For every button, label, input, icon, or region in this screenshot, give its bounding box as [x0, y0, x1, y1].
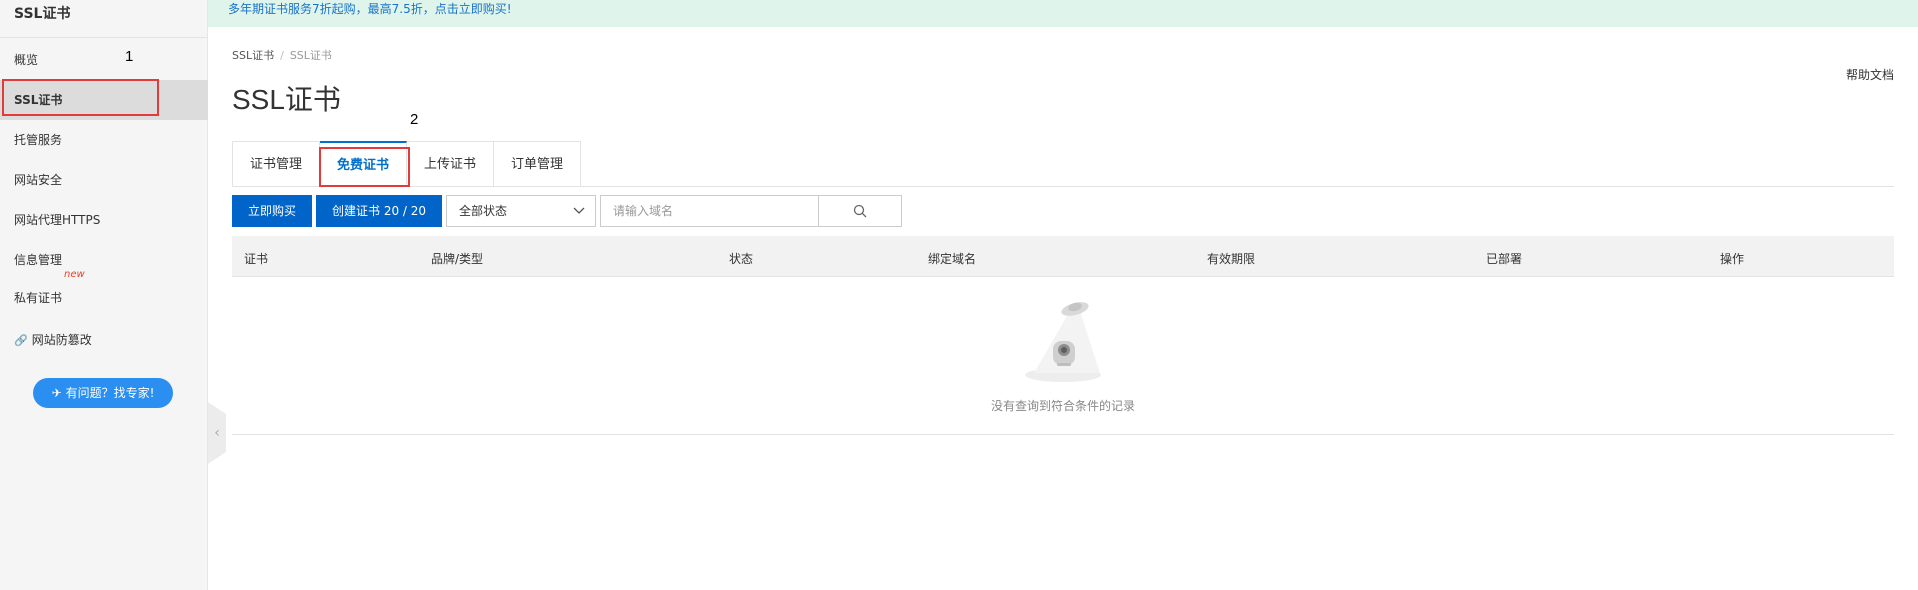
- tab-order-management[interactable]: 订单管理: [494, 141, 582, 187]
- breadcrumb-current: SSL证书: [289, 49, 332, 62]
- sidebar-item-overview[interactable]: 概览: [0, 40, 208, 80]
- column-header-cert: 证书: [244, 252, 269, 266]
- column-header-bound-domain: 绑定域名: [928, 252, 977, 266]
- chevron-down-icon: [573, 196, 585, 237]
- tab-cert-management[interactable]: 证书管理: [232, 141, 321, 187]
- ask-expert-button[interactable]: ✈ 有问题？找专家!: [33, 378, 173, 408]
- sidebar-item-label: 网站防篡改: [31, 333, 92, 347]
- column-header-validity: 有效期限: [1207, 252, 1256, 266]
- sidebar-item-label: 网站代理HTTPS: [14, 213, 101, 227]
- table-body: 没有查询到符合条件的记录: [232, 277, 1894, 435]
- toolbar: 立即购买 创建证书 20 / 20 全部状态 请输入域名: [232, 195, 903, 227]
- sidebar-item-label: 私有证书: [14, 291, 63, 305]
- chevron-left-icon: ‹: [214, 425, 220, 441]
- tab-upload-cert[interactable]: 上传证书: [407, 141, 495, 187]
- annotation-number-2: 2: [410, 111, 419, 128]
- column-header-status: 状态: [729, 252, 754, 266]
- page-title: SSL证书: [232, 84, 341, 115]
- annotation-box-2: [319, 147, 410, 187]
- promo-text: 多年期证书服务7折起购，最高7.5折，点击立即购买!: [228, 2, 512, 16]
- sidebar-item-label: 概览: [14, 53, 39, 67]
- table-header: 证书 品牌/类型 状态 绑定域名 有效期限 已部署 操作: [232, 236, 1894, 277]
- sidebar-item-private-cert[interactable]: 私有证书 new: [0, 269, 208, 318]
- sidebar-item-label: 网站安全: [14, 173, 63, 187]
- breadcrumb-separator: /: [280, 49, 284, 62]
- help-doc-link[interactable]: 帮助文档: [1846, 66, 1894, 83]
- search-icon: [853, 204, 867, 218]
- sidebar-item-label: 托管服务: [14, 133, 63, 147]
- app-root: SSL证书 概览 SSL证书 托管服务 网站安全 网站代理HTTPS 信息管理 …: [0, 0, 1918, 590]
- search-button[interactable]: [818, 195, 903, 227]
- annotation-box-1: [2, 79, 159, 116]
- link-icon: 🔗: [14, 334, 28, 347]
- sidebar-title: SSL证书: [0, 0, 207, 38]
- status-select[interactable]: 全部状态: [446, 195, 597, 227]
- sidebar-item-label-wrap: 私有证书 new: [14, 269, 85, 318]
- sidebar-item-managed-service[interactable]: 托管服务: [0, 120, 208, 160]
- domain-search: 请输入域名: [600, 195, 903, 227]
- new-badge: new: [64, 269, 85, 280]
- buy-now-button[interactable]: 立即购买: [232, 195, 313, 227]
- cert-table: 证书 品牌/类型 状态 绑定域名 有效期限 已部署 操作 没有查询到符合条件的记…: [232, 236, 1894, 435]
- breadcrumb-item[interactable]: SSL证书: [232, 49, 274, 62]
- status-select-value: 全部状态: [459, 204, 508, 218]
- ask-expert-label: 有问题？找专家!: [65, 386, 155, 400]
- column-header-actions: 操作: [1720, 252, 1745, 266]
- tab-label: 证书管理: [250, 157, 303, 172]
- sidebar-item-label: 信息管理: [14, 253, 63, 267]
- paper-plane-icon: ✈: [51, 386, 62, 400]
- sidebar-item-anti-tamper[interactable]: 🔗 网站防篡改: [0, 320, 208, 360]
- breadcrumb: SSL证书 / SSL证书: [232, 47, 332, 63]
- column-header-deployed: 已部署: [1486, 252, 1523, 266]
- empty-state-ufo-icon: [1025, 302, 1101, 382]
- domain-search-input[interactable]: 请输入域名: [600, 195, 819, 227]
- promo-banner[interactable]: 多年期证书服务7折起购，最高7.5折，点击立即购买!: [208, 0, 1918, 27]
- tab-label: 上传证书: [424, 157, 477, 172]
- column-header-brand-type: 品牌/类型: [431, 252, 484, 266]
- sidebar-item-info-management[interactable]: 信息管理: [0, 240, 208, 280]
- sidebar-item-https-proxy[interactable]: 网站代理HTTPS: [0, 200, 208, 240]
- tab-divider: [232, 186, 1894, 187]
- create-cert-button[interactable]: 创建证书 20 / 20: [316, 195, 443, 227]
- empty-state-text: 没有查询到符合条件的记录: [990, 399, 1135, 413]
- sidebar-item-website-security[interactable]: 网站安全: [0, 160, 208, 200]
- tab-label: 订单管理: [511, 157, 564, 172]
- annotation-number-1: 1: [125, 48, 134, 65]
- sidebar-collapse-handle[interactable]: ‹: [208, 402, 226, 464]
